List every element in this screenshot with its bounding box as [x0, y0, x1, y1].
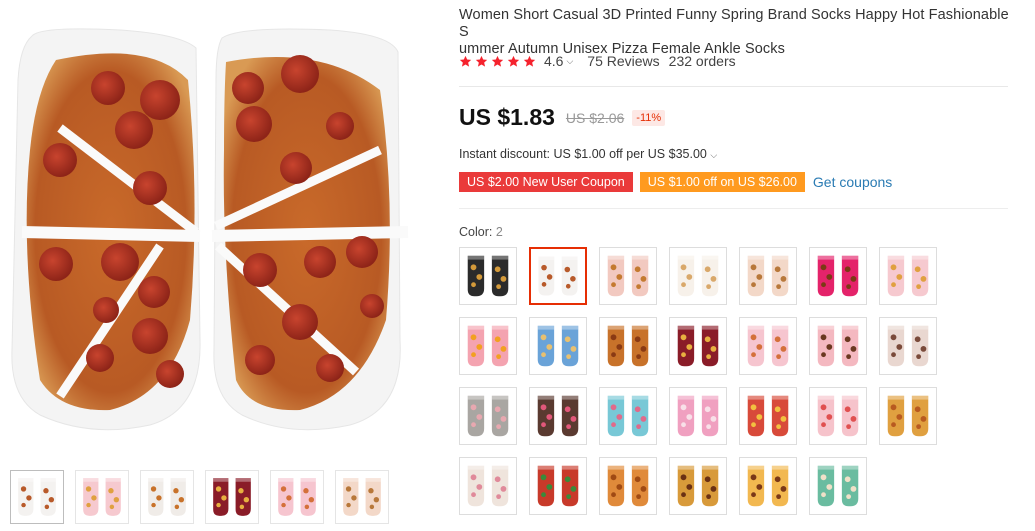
discount-badge: -11% — [632, 109, 666, 126]
color-swatch[interactable] — [459, 387, 517, 445]
color-swatch[interactable] — [599, 247, 657, 305]
product-thumbnail[interactable] — [205, 470, 259, 524]
color-swatch[interactable] — [529, 387, 587, 445]
product-thumbnail[interactable] — [10, 470, 64, 524]
product-thumbnail[interactable] — [270, 470, 324, 524]
divider — [459, 86, 1008, 87]
color-swatch[interactable] — [599, 457, 657, 515]
star-icon — [475, 55, 488, 67]
star-icon — [507, 55, 520, 67]
chevron-down-icon[interactable]: ⌵ — [566, 56, 573, 67]
color-swatch[interactable] — [459, 317, 517, 375]
thumbnail-strip — [0, 464, 412, 531]
color-swatch[interactable] — [459, 457, 517, 515]
rating-stars — [459, 55, 536, 68]
color-swatch[interactable] — [739, 317, 797, 375]
color-swatch[interactable] — [669, 317, 727, 375]
color-count: 2 — [495, 225, 503, 239]
color-swatch[interactable] — [669, 247, 727, 305]
divider — [459, 208, 1008, 209]
color-swatch[interactable] — [599, 317, 657, 375]
color-swatch[interactable] — [529, 317, 587, 375]
color-swatch[interactable] — [529, 457, 587, 515]
color-swatch[interactable] — [669, 457, 727, 515]
color-swatch[interactable] — [529, 247, 587, 305]
color-label: Color: 2 — [459, 225, 503, 239]
color-label-text: Color: — [459, 225, 493, 239]
product-title: Women Short Casual 3D Printed Funny Spri… — [459, 7, 1009, 57]
color-swatch[interactable] — [739, 457, 797, 515]
chevron-down-icon: ⌵ — [710, 150, 718, 160]
star-icon — [523, 55, 536, 67]
color-swatch[interactable] — [739, 387, 797, 445]
rating-row: 4.6 ⌵ 75 Reviews 232 orders — [459, 52, 736, 70]
color-swatch[interactable] — [879, 247, 937, 305]
color-swatch[interactable] — [809, 387, 867, 445]
color-swatch[interactable] — [809, 457, 867, 515]
product-thumbnail[interactable] — [335, 470, 389, 524]
store-coupon[interactable]: US $1.00 off on US $26.00 — [639, 172, 805, 192]
star-icon — [491, 55, 504, 67]
original-price: US $2.06 — [565, 109, 625, 126]
price-row: US $1.83 US $2.06 -11% — [459, 104, 666, 131]
color-swatch[interactable] — [599, 387, 657, 445]
reviews-link[interactable]: 75 Reviews — [587, 53, 659, 69]
color-swatch[interactable] — [459, 247, 517, 305]
orders-count: 232 orders — [668, 53, 736, 69]
color-swatch[interactable] — [809, 247, 867, 305]
color-swatch[interactable] — [879, 317, 937, 375]
product-thumbnail[interactable] — [75, 470, 129, 524]
color-swatch[interactable] — [669, 387, 727, 445]
coupon-row: US $2.00 New User Coupon US $1.00 off on… — [459, 172, 892, 192]
instant-discount[interactable]: Instant discount: US $1.00 off per US $3… — [459, 147, 717, 161]
product-main-image — [0, 0, 412, 444]
color-swatch[interactable] — [739, 247, 797, 305]
instant-discount-text: Instant discount: US $1.00 off per US $3… — [459, 147, 707, 161]
star-icon — [459, 55, 472, 67]
product-thumbnail[interactable] — [140, 470, 194, 524]
current-price: US $1.83 — [459, 104, 555, 130]
get-coupons-link[interactable]: Get coupons — [813, 174, 892, 190]
rating-value[interactable]: 4.6 — [544, 53, 563, 69]
color-swatch[interactable] — [809, 317, 867, 375]
color-swatch[interactable] — [879, 387, 937, 445]
new-user-coupon[interactable]: US $2.00 New User Coupon — [459, 172, 633, 192]
